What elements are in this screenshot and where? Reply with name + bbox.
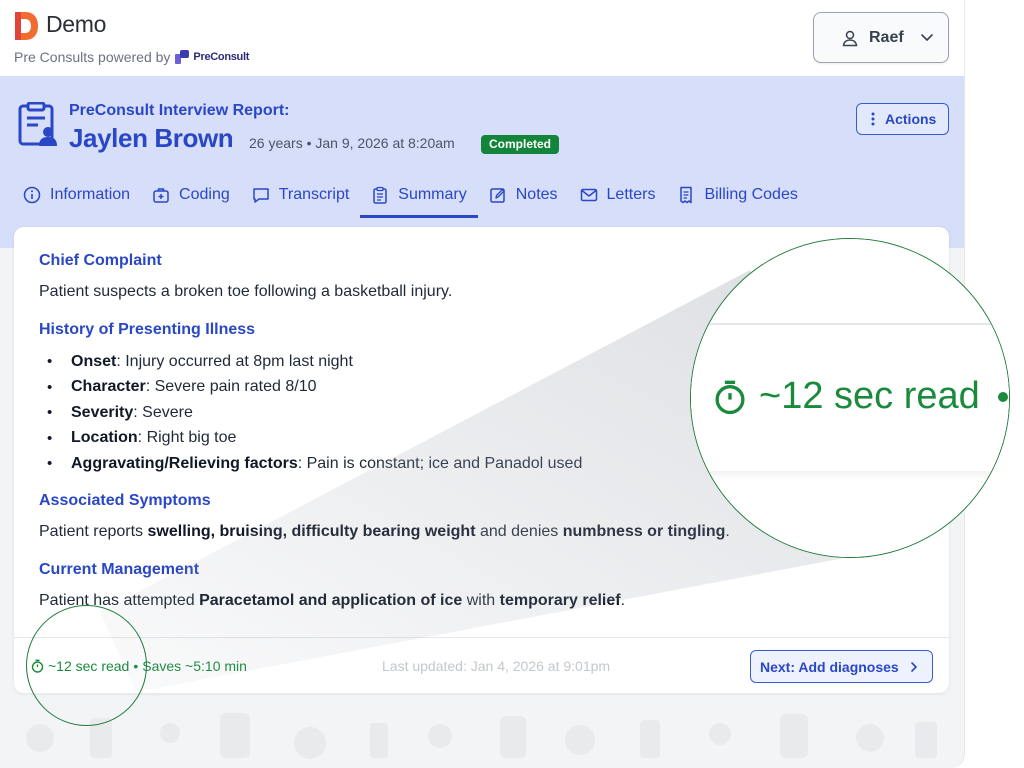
item-value: : Injury occurred at 8pm last night	[116, 352, 353, 370]
item-label: Aggravating/Relieving factors	[71, 454, 298, 472]
chevron-down-icon	[921, 34, 933, 41]
text-run: Patient reports	[39, 523, 148, 540]
current-management-title: Current Management	[39, 561, 200, 578]
item-value: : Severe pain rated 8/10	[145, 378, 317, 396]
tab-billing-codes[interactable]: Billing Codes	[666, 172, 808, 218]
read-time: ~12 sec read	[48, 658, 130, 674]
bold-run: bruising	[219, 523, 283, 540]
chat-icon	[253, 188, 269, 203]
current-management-text: Patient has attempted Paracetamol and ap…	[39, 592, 625, 610]
timer-icon	[31, 659, 44, 673]
item-value: : Pain is constant; ice and Panadol used	[297, 454, 583, 472]
item-label: Onset	[71, 352, 117, 370]
tab-label: Billing Codes	[704, 186, 798, 203]
item-label: Severity	[71, 403, 134, 421]
user-menu-button[interactable]: Raef	[813, 12, 949, 63]
mail-icon	[580, 188, 597, 202]
list-item: Location: Right big toe	[39, 426, 582, 452]
report-header: PreConsult Interview Report: Jaylen Brow…	[0, 76, 964, 248]
read-time-info: ~12 sec read • Saves ~5:10 min	[31, 658, 247, 674]
tab-label: Summary	[398, 186, 467, 203]
preconsult-logo-text: PreConsult	[193, 51, 250, 63]
tab-notes[interactable]: Notes	[478, 172, 569, 218]
report-icon	[18, 102, 57, 146]
receipt-icon	[680, 186, 693, 204]
app-window: Demo Pre Consults powered by PreConsult …	[0, 0, 965, 768]
tab-coding[interactable]: Coding	[141, 172, 241, 218]
tab-label: Information	[50, 186, 131, 203]
next-add-diagnoses-button[interactable]: Next: Add diagnoses	[750, 650, 933, 683]
next-button-label: Next: Add diagnoses	[760, 658, 899, 675]
list-item: Severity: Severe	[39, 400, 582, 426]
patient-name: Jaylen Brown	[69, 123, 234, 153]
summary-card: Chief Complaint Patient suspects a broke…	[14, 227, 949, 693]
time-saved: Saves ~5:10 min	[142, 658, 247, 674]
info-icon	[23, 186, 41, 204]
actions-label: Actions	[885, 111, 937, 127]
tab-label: Letters	[606, 186, 656, 203]
item-value: : Severe	[133, 403, 193, 421]
tab-label: Coding	[179, 186, 230, 203]
bold-run: numbness or tingling	[562, 523, 726, 540]
last-updated: Last updated: Jan 4, 2026 at 9:01pm	[382, 658, 611, 674]
hpi-title: History of Presenting Illness	[39, 321, 256, 338]
text-run: Patient has attempted	[39, 592, 200, 609]
top-header: Demo Pre Consults powered by PreConsult …	[0, 0, 964, 76]
chief-complaint-text: Patient suspects a broken toe following …	[39, 283, 453, 300]
medical-bag-icon	[153, 188, 169, 203]
brand-name: Demo	[46, 11, 107, 37]
list-item: Onset: Injury occurred at 8pm last night	[39, 349, 582, 375]
clipboard-icon	[373, 186, 388, 204]
list-item: Character: Severe pain rated 8/10	[39, 375, 582, 401]
user-name: Raef	[869, 28, 904, 46]
bold-run: ,	[282, 523, 292, 540]
report-tabs: Information Coding Transcript Summary No…	[12, 172, 809, 218]
list-item: Aggravating/Relieving factors: Pain is c…	[39, 451, 582, 477]
text-run: with	[462, 592, 500, 609]
chevron-right-icon	[910, 661, 917, 672]
text-run: and denies	[475, 523, 563, 540]
bold-run: Paracetamol and application of ice	[199, 592, 463, 609]
powered-by: Pre Consults powered by PreConsult	[14, 49, 249, 65]
tab-information[interactable]: Information	[12, 172, 141, 218]
associated-symptoms-text: Patient reports swelling, bruising, diff…	[39, 523, 730, 541]
preconsult-logo: PreConsult	[174, 49, 249, 65]
text-run: .	[620, 592, 626, 609]
card-footer: ~12 sec read • Saves ~5:10 min Last upda…	[14, 637, 949, 693]
user-icon	[842, 30, 858, 46]
tab-transcript[interactable]: Transcript	[241, 172, 361, 218]
text-run: .	[725, 523, 730, 540]
more-vertical-icon	[871, 112, 875, 126]
actions-button[interactable]: Actions	[856, 103, 949, 135]
separator-dot: •	[133, 658, 139, 674]
tab-summary[interactable]: Summary	[360, 172, 479, 218]
powered-by-text: Pre Consults powered by	[14, 49, 171, 65]
chief-complaint-title: Chief Complaint	[39, 252, 162, 269]
item-label: Character	[71, 378, 146, 396]
tab-label: Notes	[515, 186, 558, 203]
status-badge: Completed	[481, 135, 560, 154]
item-value: : Right big toe	[137, 429, 237, 447]
bold-run: difficulty bearing weight	[291, 523, 476, 540]
brand-logo	[15, 12, 38, 40]
tab-letters[interactable]: Letters	[569, 172, 667, 218]
tab-label: Transcript	[278, 186, 350, 203]
bold-run: temporary relief	[499, 592, 621, 609]
associated-symptoms-title: Associated Symptoms	[39, 492, 211, 509]
report-label: PreConsult Interview Report:	[69, 102, 290, 119]
patient-meta: 26 years • Jan 9, 2026 at 8:20am	[249, 135, 455, 151]
preconsult-mark-icon	[175, 50, 190, 64]
item-label: Location	[71, 429, 138, 447]
hpi-list: Onset: Injury occurred at 8pm last night…	[39, 349, 582, 477]
bold-run: swelling	[147, 523, 211, 540]
zoomed-separator-dot	[997, 391, 1008, 402]
edit-icon	[489, 188, 505, 203]
bold-run: ,	[210, 523, 220, 540]
